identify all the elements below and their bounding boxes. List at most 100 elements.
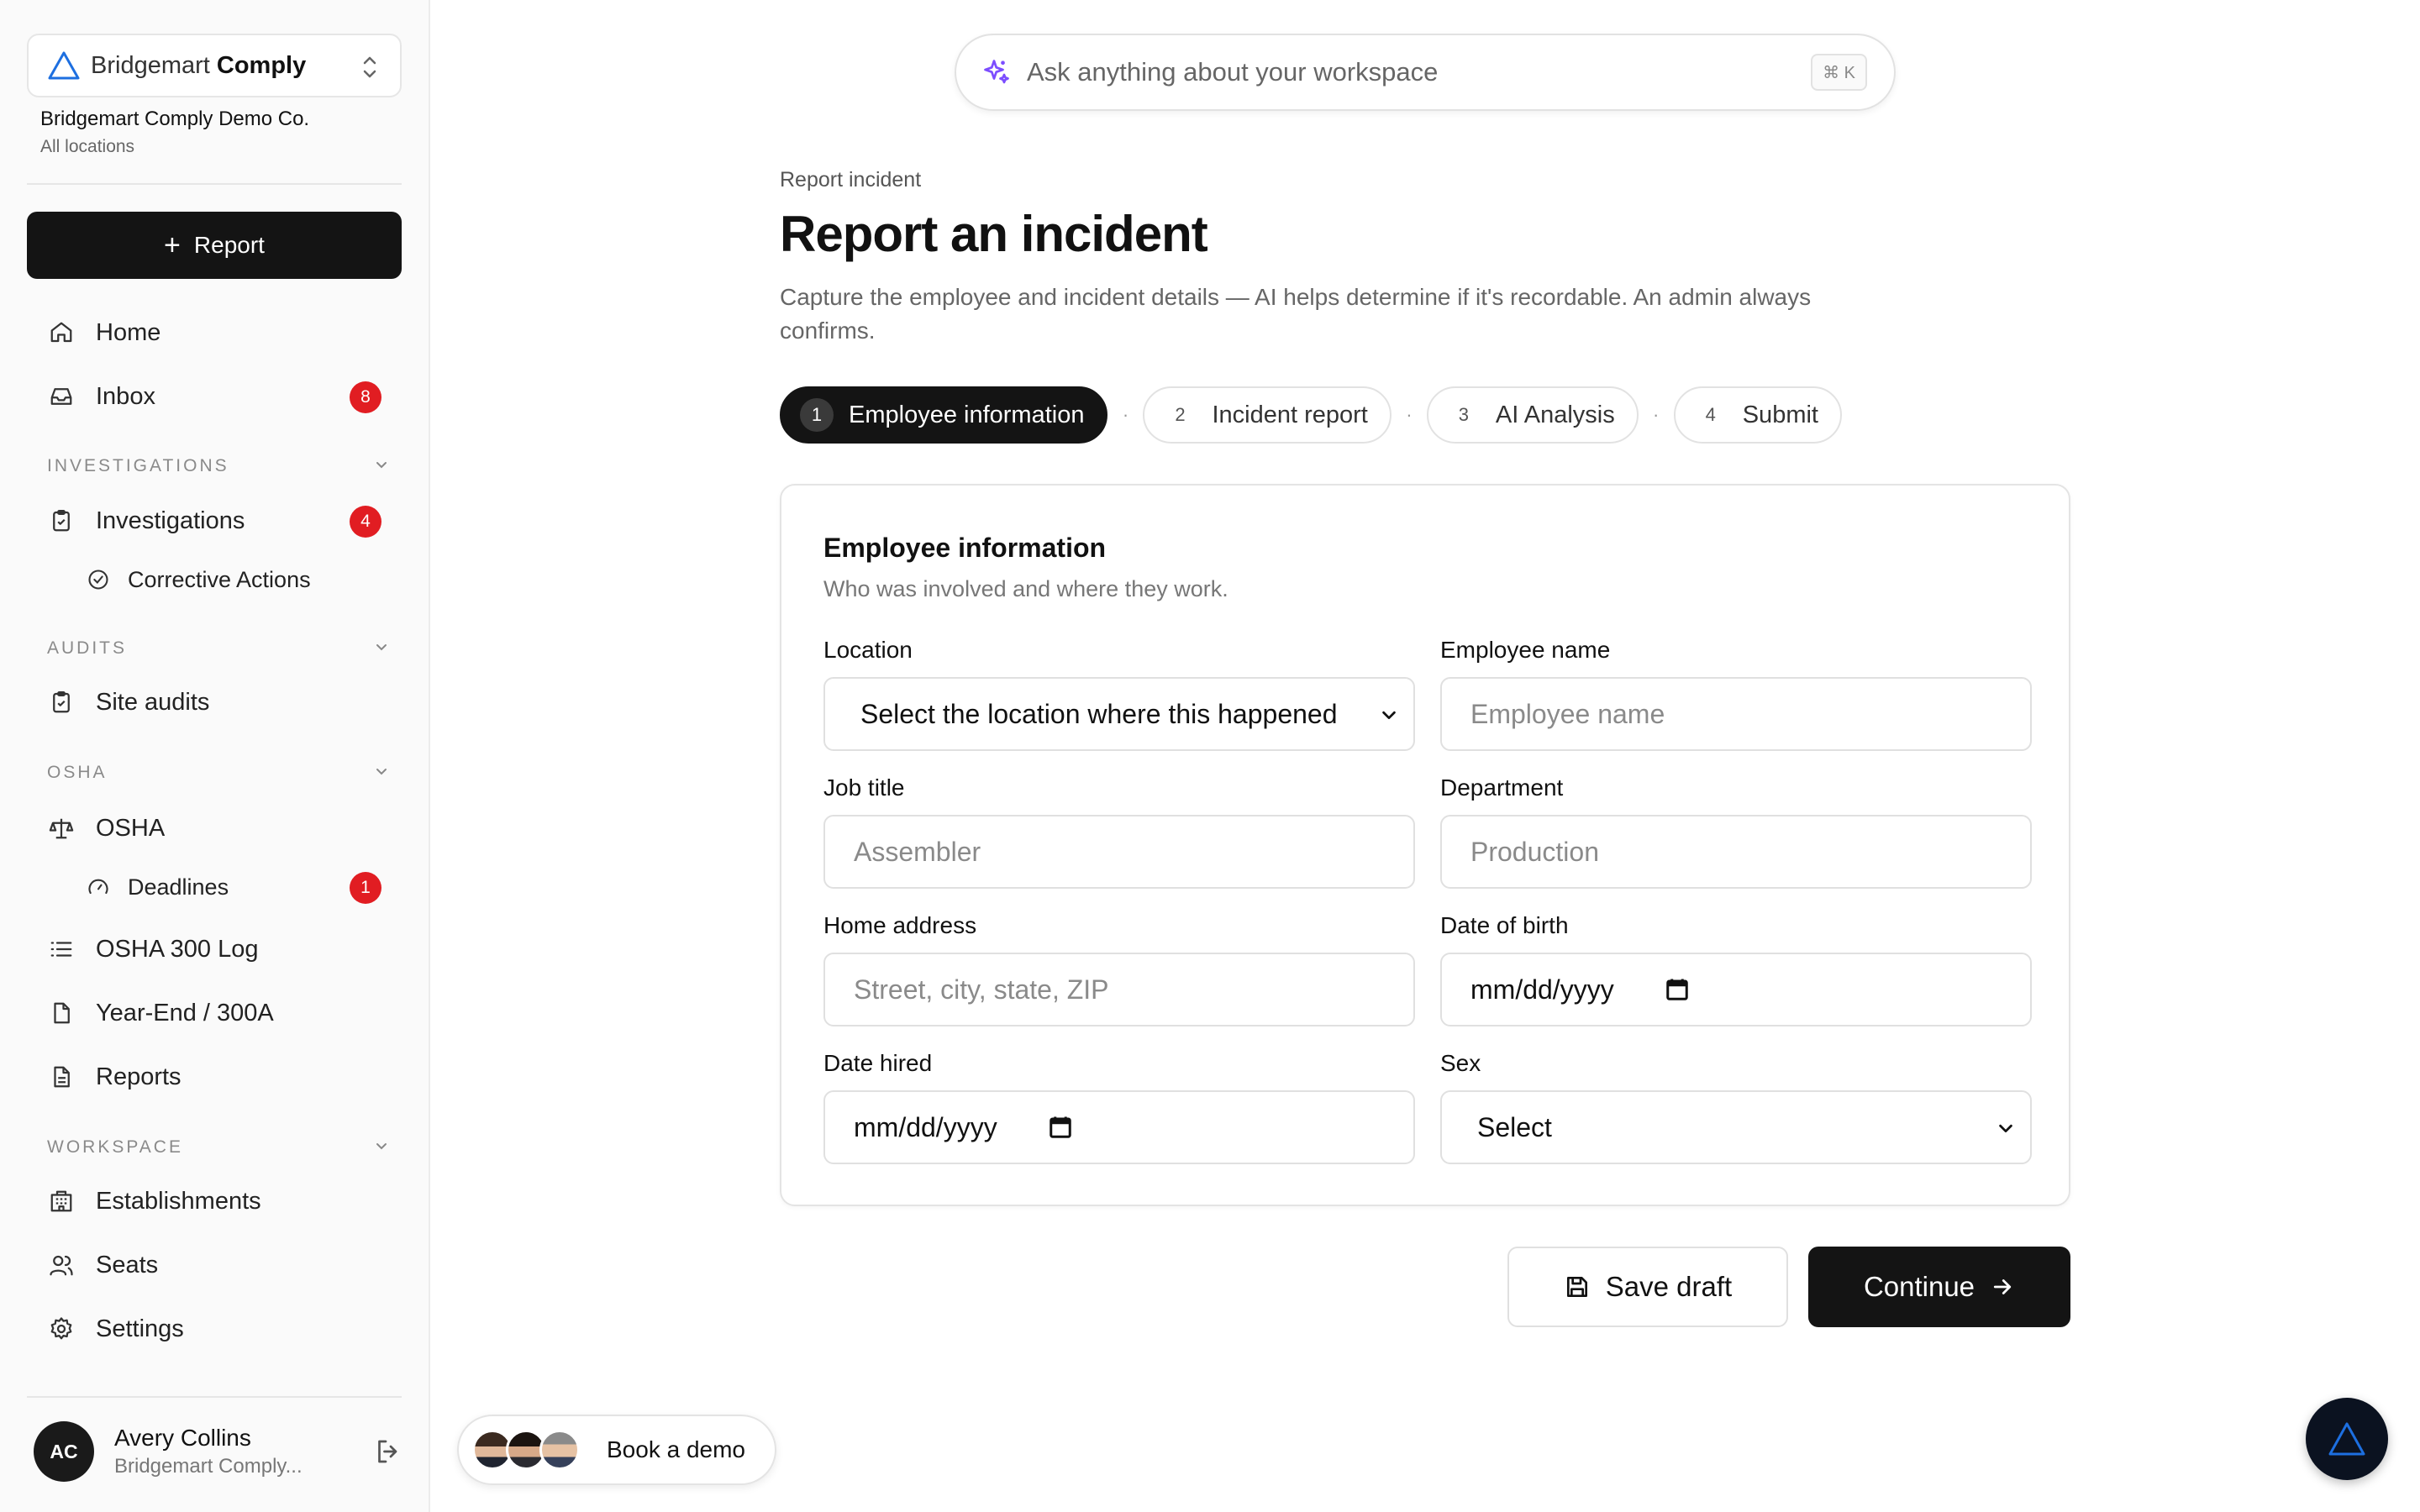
save-draft-button[interactable]: Save draft [1507,1247,1788,1327]
section-header-osha[interactable]: OSHA [47,763,392,783]
sex-select-value: Select [1477,1111,1552,1142]
location-select-value: Select the location where this happened [860,698,1338,729]
step-label: Employee information [849,401,1085,428]
sidebar-item-seats[interactable]: Seats [34,1240,395,1290]
user-name: Avery Collins [114,1425,251,1451]
home-address-input[interactable]: Street, city, state, ZIP [823,953,1415,1026]
chevron-down-icon [376,769,387,775]
org-switcher[interactable]: Bridgemart Comply [27,34,402,97]
sidebar-item-label: OSHA 300 Log [96,935,259,963]
sidebar-item-osha[interactable]: OSHA [34,803,395,853]
employee-name-input[interactable]: Employee name [1440,677,2032,751]
step-incident-report[interactable]: 2 Incident report [1143,386,1392,444]
plus-icon: + [164,228,181,261]
sidebar: Bridgemart Comply Bridgemart Comply Demo… [0,0,430,1512]
sidebar-item-settings[interactable]: Settings [34,1304,395,1354]
step-submit[interactable]: 4 Submit [1673,386,1842,444]
section-header-label: INVESTIGATIONS [47,456,229,475]
employee-information-card: Employee information Who was involved an… [780,484,2070,1206]
avatar: AC [34,1421,94,1482]
calendar-icon[interactable] [1048,1115,1073,1140]
inbox-icon [47,382,76,411]
sidebar-item-inbox[interactable]: Inbox 8 [34,371,395,422]
report-button[interactable]: + Report [27,212,402,279]
home-icon [47,318,76,347]
report-button-label: Report [193,232,265,258]
sidebar-item-label: Reports [96,1063,182,1090]
sidebar-item-home[interactable]: Home [34,307,395,358]
sidebar-item-site-audits[interactable]: Site audits [34,677,395,727]
sidebar-item-label: Establishments [96,1187,261,1215]
sidebar-item-label: Inbox [96,382,155,410]
org-scope: All locations [40,137,135,156]
save-draft-label: Save draft [1605,1271,1733,1302]
department-label: Department [1440,774,1564,801]
step-number: 2 [1175,404,1186,425]
step-label: Incident report [1212,401,1368,428]
date-of-birth-input[interactable]: mm/dd/yyyy [1440,953,2032,1026]
card-subtitle: Who was involved and where they work. [823,576,1228,601]
location-select[interactable]: Select the location where this happened [823,677,1415,751]
user-org: Bridgemart Comply... [114,1455,302,1478]
file-text-icon [47,1063,76,1091]
inbox-count-badge: 8 [350,381,381,413]
logout-icon[interactable] [373,1436,403,1467]
sidebar-item-deadlines[interactable]: Deadlines 1 [34,862,395,912]
sidebar-item-label: Deadlines [128,874,229,900]
chevron-down-icon [376,1143,387,1150]
chevron-updown-icon [363,56,376,78]
brand-logo-icon [2328,1422,2365,1456]
sidebar-item-label: Year-End / 300A [96,999,274,1026]
step-separator: · [1406,404,1413,425]
step-separator: · [1122,404,1129,425]
assistant-launcher-button[interactable] [2306,1398,2388,1480]
sidebar-item-corrective-actions[interactable]: Corrective Actions [34,554,395,605]
brand-name: Bridgemart Comply [91,51,307,79]
investigations-count-badge: 4 [350,506,381,538]
user-profile[interactable]: AC Avery Collins Bridgemart Comply... [34,1420,403,1483]
keyboard-shortcut-hint: ⌘ K [1811,54,1867,91]
section-header-label: WORKSPACE [47,1137,183,1157]
deadlines-count-badge: 1 [350,872,381,904]
step-employee-information[interactable]: 1 Employee information [780,386,1108,444]
job-title-label: Job title [823,774,905,801]
sex-select[interactable]: Select [1440,1090,2032,1164]
breadcrumb: Report incident [780,168,922,192]
chevron-down-icon [376,462,387,469]
sidebar-item-reports[interactable]: Reports [34,1052,395,1102]
calendar-icon[interactable] [1665,977,1690,1002]
org-name: Bridgemart Comply Demo Co. [40,108,310,130]
sidebar-item-label: Site audits [96,688,210,716]
sidebar-item-investigations[interactable]: Investigations 4 [34,496,395,546]
department-input[interactable]: Production [1440,815,2032,889]
gear-icon [47,1315,76,1343]
sidebar-item-label: Investigations [96,507,245,534]
step-ai-analysis[interactable]: 3 AI Analysis [1426,386,1639,444]
continue-button[interactable]: Continue [1808,1247,2070,1327]
book-demo-button[interactable]: Book a demo [457,1415,776,1485]
sex-label: Sex [1440,1050,1481,1076]
sidebar-item-osha-300-log[interactable]: OSHA 300 Log [34,924,395,974]
section-header-label: AUDITS [47,638,128,658]
gauge-icon [86,874,111,900]
sidebar-item-label: Settings [96,1315,184,1342]
avatar [539,1430,580,1470]
step-number: 4 [1705,404,1716,425]
section-header-workspace[interactable]: WORKSPACE [47,1137,392,1158]
clipboard-check-icon [47,688,76,717]
save-icon [1566,1277,1587,1297]
sidebar-item-year-end[interactable]: Year-End / 300A [34,988,395,1038]
sidebar-item-label: OSHA [96,814,166,842]
sidebar-item-establishments[interactable]: Establishments [34,1176,395,1226]
card-title: Employee information [823,533,1107,563]
search-input[interactable]: Ask anything about your workspace [1027,57,1438,87]
list-icon [47,935,76,963]
team-avatars [472,1430,580,1470]
job-title-input[interactable]: Assembler [823,815,1415,889]
ai-search-bar[interactable]: Ask anything about your workspace ⌘ K [955,34,1896,111]
step-label: AI Analysis [1495,401,1615,428]
date-hired-input[interactable]: mm/dd/yyyy [823,1090,1415,1164]
sidebar-item-label: Corrective Actions [128,566,311,592]
section-header-audits[interactable]: AUDITS [47,638,392,659]
section-header-investigations[interactable]: INVESTIGATIONS [47,456,392,476]
